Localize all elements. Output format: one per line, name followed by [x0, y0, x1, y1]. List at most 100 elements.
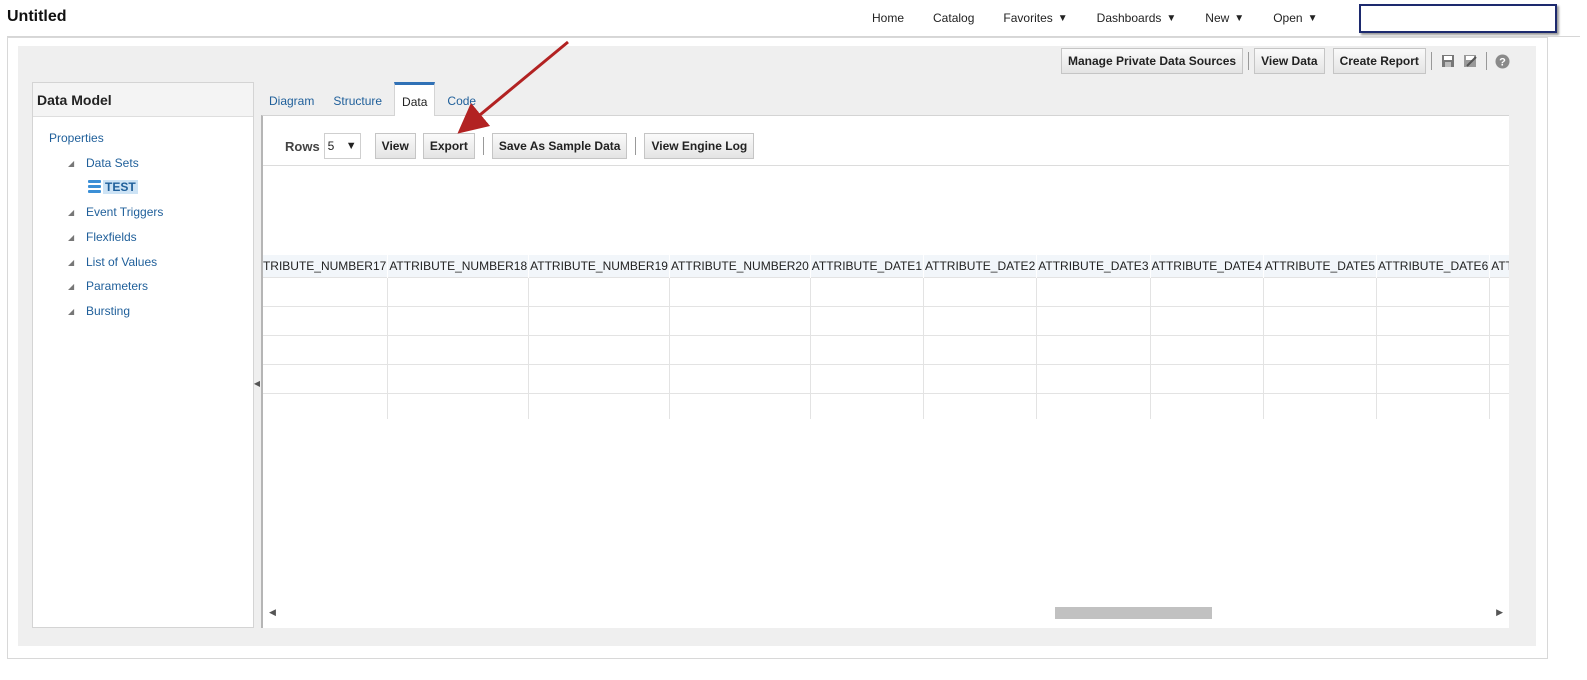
table-cell[interactable] — [1262, 363, 1378, 394]
scroll-right-icon[interactable]: ▶ — [1496, 607, 1503, 618]
expand-triangle-icon[interactable]: ◢ — [68, 233, 86, 242]
tree-item-event-triggers[interactable]: ◢ Event Triggers — [68, 205, 163, 219]
table-cell[interactable] — [528, 334, 670, 365]
table-cell[interactable] — [528, 363, 670, 394]
table-cell[interactable] — [263, 305, 389, 336]
save-as-icon[interactable] — [1462, 53, 1478, 69]
nav-catalog[interactable]: Catalog — [933, 11, 974, 25]
view-button[interactable]: View — [374, 133, 416, 159]
save-as-sample-data-button[interactable]: Save As Sample Data — [491, 133, 628, 159]
table-cell[interactable] — [668, 392, 811, 419]
tab-diagram[interactable]: Diagram — [262, 82, 321, 116]
table-cell[interactable] — [922, 392, 1038, 419]
table-cell[interactable] — [263, 276, 389, 307]
table-cell[interactable] — [387, 334, 530, 365]
table-cell[interactable] — [1036, 392, 1151, 419]
table-cell[interactable] — [1149, 392, 1264, 419]
column-header[interactable]: ATTRIBUTE_DATE1 — [810, 255, 925, 277]
table-cell[interactable] — [1375, 334, 1491, 365]
table-cell[interactable] — [809, 392, 925, 419]
horizontal-scrollbar[interactable]: ◀ ▶ — [263, 605, 1509, 621]
tab-data[interactable]: Data — [394, 82, 436, 116]
table-cell[interactable] — [387, 305, 530, 336]
table-cell[interactable] — [1262, 305, 1378, 336]
table-cell[interactable] — [1489, 334, 1509, 365]
tree-item-parameters[interactable]: ◢ Parameters — [68, 279, 148, 293]
table-cell[interactable] — [668, 305, 811, 336]
table-cell[interactable] — [1489, 305, 1509, 336]
table-cell[interactable] — [528, 305, 670, 336]
scroll-left-icon[interactable]: ◀ — [269, 607, 276, 618]
tab-structure[interactable]: Structure — [326, 82, 389, 116]
table-cell[interactable] — [1262, 334, 1378, 365]
view-engine-log-button[interactable]: View Engine Log — [644, 133, 755, 159]
panel-splitter-collapse-icon[interactable]: ◀ — [254, 372, 260, 394]
scrollbar-thumb[interactable] — [1055, 607, 1212, 619]
table-cell[interactable] — [922, 305, 1038, 336]
column-header[interactable]: ATTRIBUTE_NUMBER20 — [669, 255, 811, 277]
table-cell[interactable] — [668, 276, 811, 307]
table-cell[interactable] — [1036, 276, 1151, 307]
expand-triangle-icon[interactable]: ◢ — [68, 159, 86, 168]
table-cell[interactable] — [668, 334, 811, 365]
table-cell[interactable] — [528, 392, 670, 419]
table-cell[interactable] — [1149, 363, 1264, 394]
table-cell[interactable] — [528, 276, 670, 307]
table-cell[interactable] — [1375, 363, 1491, 394]
column-header[interactable]: ATTRIBUTE_NUMBER18 — [387, 255, 530, 277]
export-button[interactable]: Export — [422, 133, 475, 159]
table-cell[interactable] — [263, 363, 389, 394]
tree-item-bursting[interactable]: ◢ Bursting — [68, 304, 130, 318]
create-report-button[interactable]: Create Report — [1332, 48, 1426, 74]
save-icon[interactable] — [1440, 53, 1456, 69]
table-cell[interactable] — [387, 363, 530, 394]
expand-triangle-icon[interactable]: ◢ — [68, 307, 86, 316]
table-cell[interactable] — [1149, 276, 1264, 307]
table-cell[interactable] — [387, 276, 530, 307]
table-cell[interactable] — [263, 334, 389, 365]
table-cell[interactable] — [809, 305, 925, 336]
table-cell[interactable] — [922, 276, 1038, 307]
tree-item-flexfields[interactable]: ◢ Flexfields — [68, 230, 137, 244]
table-cell[interactable] — [922, 363, 1038, 394]
nav-new[interactable]: New ▼ — [1205, 11, 1244, 25]
table-cell[interactable] — [1036, 334, 1151, 365]
expand-triangle-icon[interactable]: ◢ — [68, 208, 86, 217]
table-cell[interactable] — [1489, 276, 1509, 307]
tree-item-data-sets[interactable]: ◢ Data Sets — [68, 156, 139, 170]
rows-select[interactable]: 5 ▼ — [323, 133, 361, 159]
table-cell[interactable] — [809, 334, 925, 365]
column-header[interactable]: ATTRIBUTE_DATE6 — [1376, 255, 1491, 277]
nav-home[interactable]: Home — [872, 11, 904, 25]
help-icon[interactable]: ? — [1495, 53, 1511, 69]
view-data-button[interactable]: View Data — [1254, 48, 1325, 74]
table-cell[interactable] — [668, 363, 811, 394]
table-cell[interactable] — [1149, 305, 1264, 336]
tree-item-test[interactable]: TEST — [88, 180, 138, 194]
nav-open[interactable]: Open ▼ — [1273, 11, 1317, 25]
table-cell[interactable] — [809, 276, 925, 307]
table-cell[interactable] — [263, 392, 389, 419]
table-cell[interactable] — [1149, 334, 1264, 365]
expand-triangle-icon[interactable]: ◢ — [68, 258, 86, 267]
table-cell[interactable] — [1489, 363, 1509, 394]
column-header[interactable]: ATTRIBUTE_DATE3 — [1036, 255, 1151, 277]
column-header[interactable]: ATTRIBUTE_DATE2 — [923, 255, 1038, 277]
column-header[interactable]: ATTRIBUTE_NUMBER19 — [528, 255, 670, 277]
tree-item-properties[interactable]: Properties — [49, 131, 104, 145]
table-cell[interactable] — [809, 363, 925, 394]
column-header[interactable]: ATTRIBUTE_DATE7 — [1489, 255, 1509, 277]
table-cell[interactable] — [1262, 392, 1378, 419]
expand-triangle-icon[interactable]: ◢ — [68, 282, 86, 291]
tree-item-list-of-values[interactable]: ◢ List of Values — [68, 255, 157, 269]
table-cell[interactable] — [387, 392, 530, 419]
manage-private-data-sources-button[interactable]: Manage Private Data Sources — [1061, 48, 1244, 74]
nav-dashboards[interactable]: Dashboards ▼ — [1097, 11, 1177, 25]
table-cell[interactable] — [1036, 305, 1151, 336]
column-header[interactable]: ATTRIBUTE_DATE5 — [1263, 255, 1378, 277]
table-cell[interactable] — [1375, 305, 1491, 336]
table-cell[interactable] — [1375, 276, 1491, 307]
table-cell[interactable] — [1036, 363, 1151, 394]
table-cell[interactable] — [922, 334, 1038, 365]
table-cell[interactable] — [1489, 392, 1509, 419]
